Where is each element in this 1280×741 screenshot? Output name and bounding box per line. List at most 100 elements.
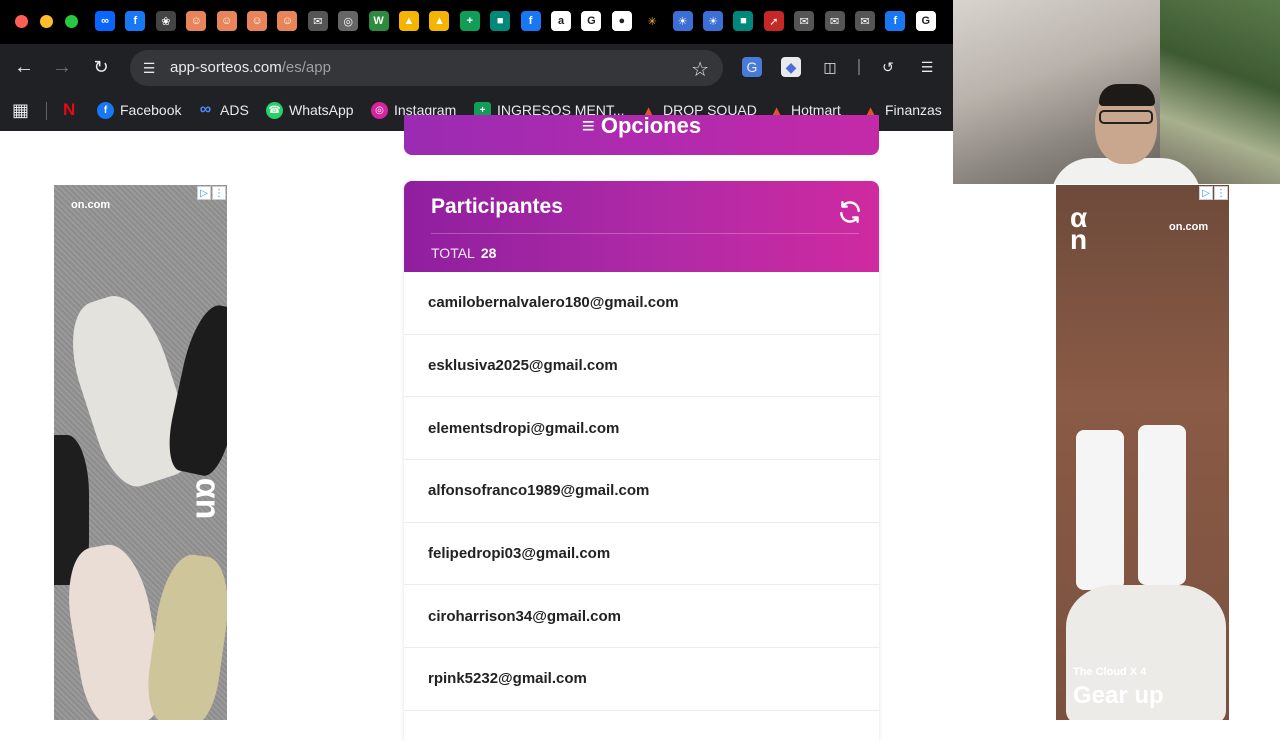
participant-row: camilobernalvalero180@gmail.com [404, 272, 879, 335]
meta-icon: ∞ [199, 101, 212, 118]
minimize-window-button[interactable] [40, 15, 53, 28]
tab-facebook-icon[interactable]: f [125, 11, 146, 31]
toolbar-divider [858, 59, 860, 75]
tab-chat-icon[interactable]: ✉ [794, 11, 815, 31]
ad-caption-small: The Cloud X 4 [1073, 666, 1147, 678]
bookmark-label: ADS [220, 102, 249, 118]
options-list-icon: ≡ [581, 115, 601, 138]
shield-extension-icon[interactable]: ◆ [781, 57, 801, 77]
bookmark-star-icon[interactable]: ☆ [691, 57, 709, 82]
tab-emoji-icon[interactable]: ☺ [186, 11, 207, 31]
ad-menu-icon[interactable]: ⋮ [212, 186, 226, 200]
whatsapp-icon: ☎ [266, 101, 283, 119]
tab-chat-icon[interactable]: ✉ [855, 11, 875, 31]
maximize-window-button[interactable] [65, 15, 78, 28]
webcam-overlay [953, 0, 1280, 184]
url-path: /es/app [281, 59, 331, 76]
options-label: Opciones [600, 115, 702, 138]
bookmark-whatsapp[interactable]: ☎ WhatsApp [266, 98, 354, 122]
participant-row: elementsdropi@gmail.com [404, 397, 879, 461]
bookmark-label: Facebook [120, 102, 182, 118]
tab-drive-icon[interactable]: ▲ [429, 11, 450, 31]
performance-icon[interactable]: ↺ [878, 57, 898, 77]
participants-header: Participantes TOTAL 28 [404, 181, 879, 272]
participant-row: felipedropi03@gmail.com [404, 523, 879, 586]
participant-row: alfonsofranco1989@gmail.com [404, 460, 879, 523]
address-bar[interactable]: ☰ app-sorteos.com/es/app ☆ [130, 50, 723, 86]
tab-facebook-icon[interactable]: f [520, 11, 541, 31]
tab-chat-icon[interactable]: ✉ [824, 11, 845, 31]
tab-sunrise-icon[interactable]: ☀ [703, 11, 723, 31]
tab-openai-icon[interactable]: ❀ [155, 11, 176, 31]
participant-email: esklusiva2025@gmail.com [428, 357, 618, 375]
tab-sunrise-icon[interactable]: ☀ [672, 11, 693, 31]
tab-drive-icon[interactable]: ▲ [399, 11, 419, 31]
participant-row: ciroharrison34@gmail.com [404, 585, 879, 649]
refresh-icon[interactable] [837, 199, 863, 225]
tab-facebook-icon[interactable]: f [885, 11, 906, 31]
tab-meta-icon[interactable]: ∞ [95, 11, 115, 31]
ad-choices-icon[interactable]: ▷ [197, 186, 211, 200]
total-label: TOTAL [431, 245, 475, 261]
person-hair [1099, 84, 1155, 106]
on-logo-icon: αn [1070, 202, 1088, 256]
url-text[interactable]: app-sorteos.com/es/app [170, 59, 331, 76]
ad-brand-label: on.com [71, 199, 111, 211]
ad-menu-icon[interactable]: ⋮ [1214, 186, 1228, 200]
tab-chat-icon[interactable]: ✉ [307, 11, 328, 31]
header-divider [431, 233, 859, 234]
participant-email: elementsdropi@gmail.com [428, 419, 620, 437]
total-value: 28 [480, 245, 497, 261]
tab-emoji-icon[interactable]: ☺ [277, 11, 298, 31]
car-window [1160, 0, 1280, 184]
tab-w-icon[interactable]: W [368, 11, 389, 31]
ad-choices-badge[interactable]: ▷ ⋮ [197, 186, 226, 200]
participant-email: alfonsofranco1989@gmail.com [428, 482, 650, 500]
url-host: app-sorteos.com [170, 59, 282, 76]
tab-sheets-icon[interactable]: + [459, 11, 480, 31]
left-ad[interactable]: on.com ▷ ⋮ αn [54, 185, 227, 720]
netflix-icon[interactable]: N [63, 98, 75, 122]
bookmark-facebook[interactable]: f Facebook [97, 98, 181, 122]
tab-google-icon[interactable]: G [581, 11, 602, 31]
bookmark-ads[interactable]: ∞ ADS [197, 98, 249, 122]
sock-image-left [1076, 430, 1124, 590]
tab-apple-icon[interactable]: ● [611, 11, 632, 31]
translate-extension-icon[interactable]: G [742, 57, 762, 77]
tab-google-icon[interactable]: G [915, 11, 936, 31]
reading-list-icon[interactable]: ☰ [917, 57, 937, 77]
tab-emoji-icon[interactable]: ☺ [216, 11, 237, 31]
close-window-button[interactable] [15, 15, 28, 28]
apps-grid-icon[interactable]: ▦ [12, 98, 29, 122]
participant-email: felipedropi03@gmail.com [428, 545, 611, 563]
facebook-icon: f [97, 101, 114, 119]
reload-icon[interactable]: ↻ [88, 54, 114, 80]
ad-choices-badge[interactable]: ▷ ⋮ [1199, 186, 1228, 200]
tab-emoji-icon[interactable]: ☺ [247, 11, 267, 31]
tab-amazon-icon[interactable]: a [551, 11, 571, 31]
back-arrow-icon[interactable]: ← [11, 54, 37, 80]
shoe-image-beige [142, 550, 227, 720]
ad-choices-icon[interactable]: ▷ [1199, 186, 1213, 200]
instagram-icon: ◎ [371, 101, 388, 119]
right-ad[interactable]: ▷ ⋮ αn on.com The Cloud X 4 Gear up [1056, 185, 1229, 720]
tab-meet-icon[interactable]: ■ [733, 11, 754, 31]
tab-arrow-icon[interactable]: ➚ [763, 11, 784, 31]
extensions-puzzle-icon[interactable]: ◫ [820, 57, 840, 77]
participant-row: rpink5232@gmail.com [404, 648, 879, 711]
bookmark-label: WhatsApp [289, 102, 354, 118]
participants-list: camilobernalvalero180@gmail.com esklusiva… [404, 272, 879, 711]
total-count: TOTAL 28 [431, 245, 496, 261]
options-button[interactable]: ≡ Opciones [404, 115, 879, 155]
participant-email: camilobernalvalero180@gmail.com [428, 294, 679, 312]
ad-brand-label: on.com [1169, 221, 1209, 233]
forward-arrow-icon[interactable]: → [49, 54, 75, 80]
participants-card: Participantes TOTAL 28 camilobernalvalero… [404, 181, 879, 741]
tab-chrome-icon[interactable]: ◎ [338, 11, 359, 31]
participants-title: Participantes [431, 195, 563, 218]
person-glasses [1099, 110, 1153, 124]
tab-strip: ∞ f ❀ ☺ ☺ ☺ ☺ ✉ ◎ W ▲ ▲ + ■ f a G ● ✳ ☀ ☀ ■ ➚ ✉ ✉ ✉ f G [0, 0, 955, 44]
tab-walmart-icon[interactable]: ✳ [642, 11, 663, 31]
site-info-icon[interactable]: ☰ [140, 59, 158, 77]
tab-meet-icon[interactable]: ■ [490, 11, 511, 31]
